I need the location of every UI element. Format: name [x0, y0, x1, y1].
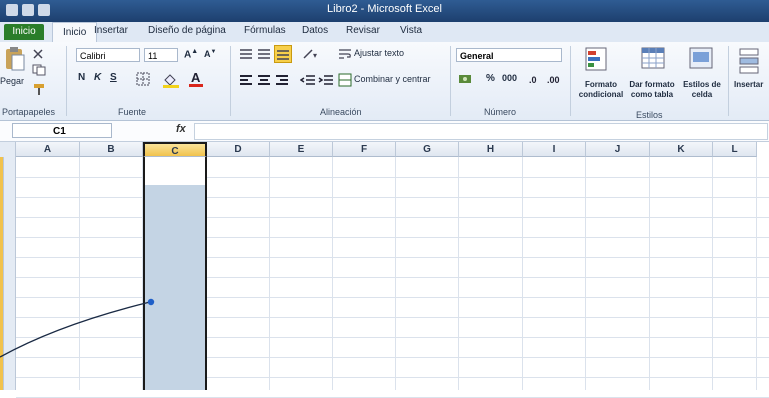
align-right-icon[interactable] — [274, 74, 290, 86]
group-separator — [728, 46, 729, 116]
align-bottom-icon[interactable] — [274, 45, 292, 63]
title-bar: Libro2 - Microsoft Excel — [0, 0, 769, 22]
currency-icon[interactable] — [458, 72, 474, 86]
borders-icon[interactable] — [136, 72, 150, 86]
worksheet-grid: ABCDEFGHIJKL — [0, 142, 769, 398]
tab-insert[interactable]: Insertar — [94, 25, 128, 36]
italic-button[interactable]: K — [94, 72, 101, 83]
ribbon-tabs: Inicio Inicio Insertar Diseño de página … — [0, 22, 769, 43]
paste-button[interactable]: Pegar — [0, 76, 24, 86]
callout-line — [0, 301, 151, 358]
font-name-select[interactable]: Calibri — [76, 48, 140, 62]
conditional-format-icon[interactable] — [584, 46, 610, 74]
conditional-format-button[interactable]: Formato condicional — [578, 80, 624, 100]
ribbon: Pegar Portapapeles Calibri 11 A▲ A▼ N K … — [0, 42, 769, 121]
name-box[interactable]: C1 — [12, 123, 112, 138]
bold-button[interactable]: N — [78, 72, 85, 83]
font-group-label: Fuente — [118, 107, 147, 117]
window-title: Libro2 - Microsoft Excel — [327, 3, 442, 15]
function-icon[interactable]: fx — [176, 123, 186, 135]
tab-review[interactable]: Revisar — [346, 25, 380, 36]
tab-data[interactable]: Datos — [302, 25, 328, 36]
merge-center-button[interactable]: Combinar y centrar — [354, 74, 431, 84]
insert-cells-icon[interactable] — [738, 46, 762, 74]
format-as-table-icon[interactable] — [640, 46, 666, 74]
group-separator — [230, 46, 231, 116]
callout-annotation — [0, 298, 155, 358]
svg-text:.00: .00 — [547, 75, 560, 85]
fill-color-icon[interactable] — [162, 72, 180, 88]
copy-icon[interactable] — [32, 64, 46, 76]
align-middle-icon[interactable] — [256, 48, 272, 60]
cut-icon[interactable] — [32, 48, 44, 60]
align-left-icon[interactable] — [238, 74, 254, 86]
clipboard-group-label: Portapapeles — [2, 107, 56, 117]
increase-indent-icon[interactable] — [318, 74, 334, 86]
svg-text:.0: .0 — [529, 75, 537, 85]
formula-bar: C1 fx — [0, 121, 769, 142]
shrink-font-icon[interactable]: A▼ — [204, 49, 216, 59]
wrap-text-button[interactable]: Ajustar texto — [354, 48, 404, 58]
tab-home[interactable]: Inicio — [52, 22, 98, 43]
insert-cells-button[interactable]: Insertar — [734, 80, 763, 89]
alignment-group-label: Alineación — [320, 107, 362, 117]
thousands-button[interactable]: 000 — [502, 73, 517, 83]
grow-font-icon[interactable]: A▲ — [184, 48, 198, 60]
number-group-label: Número — [484, 107, 517, 117]
tab-formulas[interactable]: Fórmulas — [244, 25, 286, 36]
increase-decimal-icon[interactable]: .0 — [528, 71, 544, 87]
svg-text:A: A — [191, 70, 201, 85]
font-color-icon[interactable]: A — [188, 70, 204, 88]
merge-center-icon[interactable] — [338, 73, 352, 87]
styles-group-label: Estilos — [636, 110, 663, 120]
group-separator — [66, 46, 67, 116]
formula-input[interactable] — [194, 123, 768, 140]
tab-file[interactable]: Inicio — [4, 24, 44, 40]
format-as-table-button[interactable]: Dar formato como tabla — [626, 80, 678, 100]
underline-button[interactable]: S — [110, 72, 117, 83]
tab-page-layout[interactable]: Diseño de página — [148, 25, 226, 36]
font-size-select[interactable]: 11 — [144, 48, 178, 62]
group-separator — [570, 46, 571, 116]
callout-dot — [147, 298, 155, 306]
align-top-icon[interactable] — [238, 48, 254, 60]
percent-button[interactable]: % — [486, 73, 495, 84]
paste-icon[interactable] — [4, 46, 26, 72]
tab-view[interactable]: Vista — [400, 25, 422, 36]
orientation-icon[interactable]: ▾ — [302, 48, 320, 60]
cell-styles-button[interactable]: Estilos de celda — [680, 80, 724, 100]
group-separator — [450, 46, 451, 116]
decrease-decimal-icon[interactable]: .00 — [546, 71, 562, 87]
cell-styles-icon[interactable] — [688, 46, 714, 74]
number-format-select[interactable]: General — [456, 48, 562, 62]
wrap-text-icon[interactable] — [338, 48, 352, 60]
svg-text:▾: ▾ — [313, 51, 317, 60]
decrease-indent-icon[interactable] — [300, 74, 316, 86]
format-painter-icon[interactable] — [32, 82, 46, 96]
align-center-icon[interactable] — [256, 74, 272, 86]
